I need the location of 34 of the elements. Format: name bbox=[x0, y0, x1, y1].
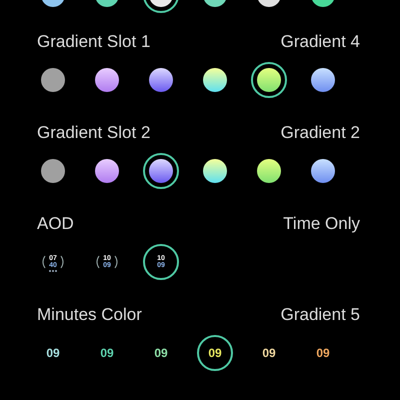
color-swatch bbox=[257, 68, 281, 92]
setting-title: Minutes Color bbox=[37, 304, 142, 326]
color-swatch bbox=[41, 159, 65, 183]
option-ring[interactable]: 09 bbox=[143, 335, 179, 371]
setting-title: Gradient Slot 1 bbox=[37, 31, 150, 54]
setting-title: Gradient Slot 2 bbox=[37, 122, 150, 144]
color-swatch bbox=[311, 68, 335, 92]
setting-value: Gradient 4 bbox=[280, 31, 360, 54]
option-ring[interactable]: 09 bbox=[251, 335, 287, 371]
setting-title: AOD bbox=[37, 213, 74, 236]
minutes-sample: 09 bbox=[46, 345, 60, 362]
color-swatch bbox=[41, 68, 65, 92]
color-swatch bbox=[311, 159, 335, 183]
option-ring[interactable]: 09 bbox=[89, 335, 125, 371]
setting-value: Time Only bbox=[283, 213, 360, 236]
color-swatch bbox=[203, 159, 227, 183]
color-swatch bbox=[257, 159, 281, 183]
minutes-sample: 09 bbox=[316, 345, 330, 362]
minutes-sample: 09 bbox=[208, 345, 222, 362]
option-ring[interactable] bbox=[251, 62, 287, 98]
option-ring[interactable]: 09 bbox=[305, 335, 341, 371]
color-swatch bbox=[149, 159, 173, 183]
minutes-sample: 09 bbox=[154, 345, 168, 362]
minutes-sample: 09 bbox=[262, 345, 276, 362]
color-swatch bbox=[203, 68, 227, 92]
color-swatch bbox=[149, 68, 173, 92]
color-swatch bbox=[95, 68, 119, 92]
option-ring[interactable]: 09 bbox=[197, 335, 233, 371]
option-ring[interactable]: 09 bbox=[35, 335, 71, 371]
setting-value: Gradient 2 bbox=[280, 122, 360, 144]
color-swatch bbox=[95, 159, 119, 183]
option-ring[interactable] bbox=[143, 153, 179, 189]
minutes-sample: 09 bbox=[100, 345, 114, 362]
setting-value: Gradient 5 bbox=[280, 304, 360, 326]
